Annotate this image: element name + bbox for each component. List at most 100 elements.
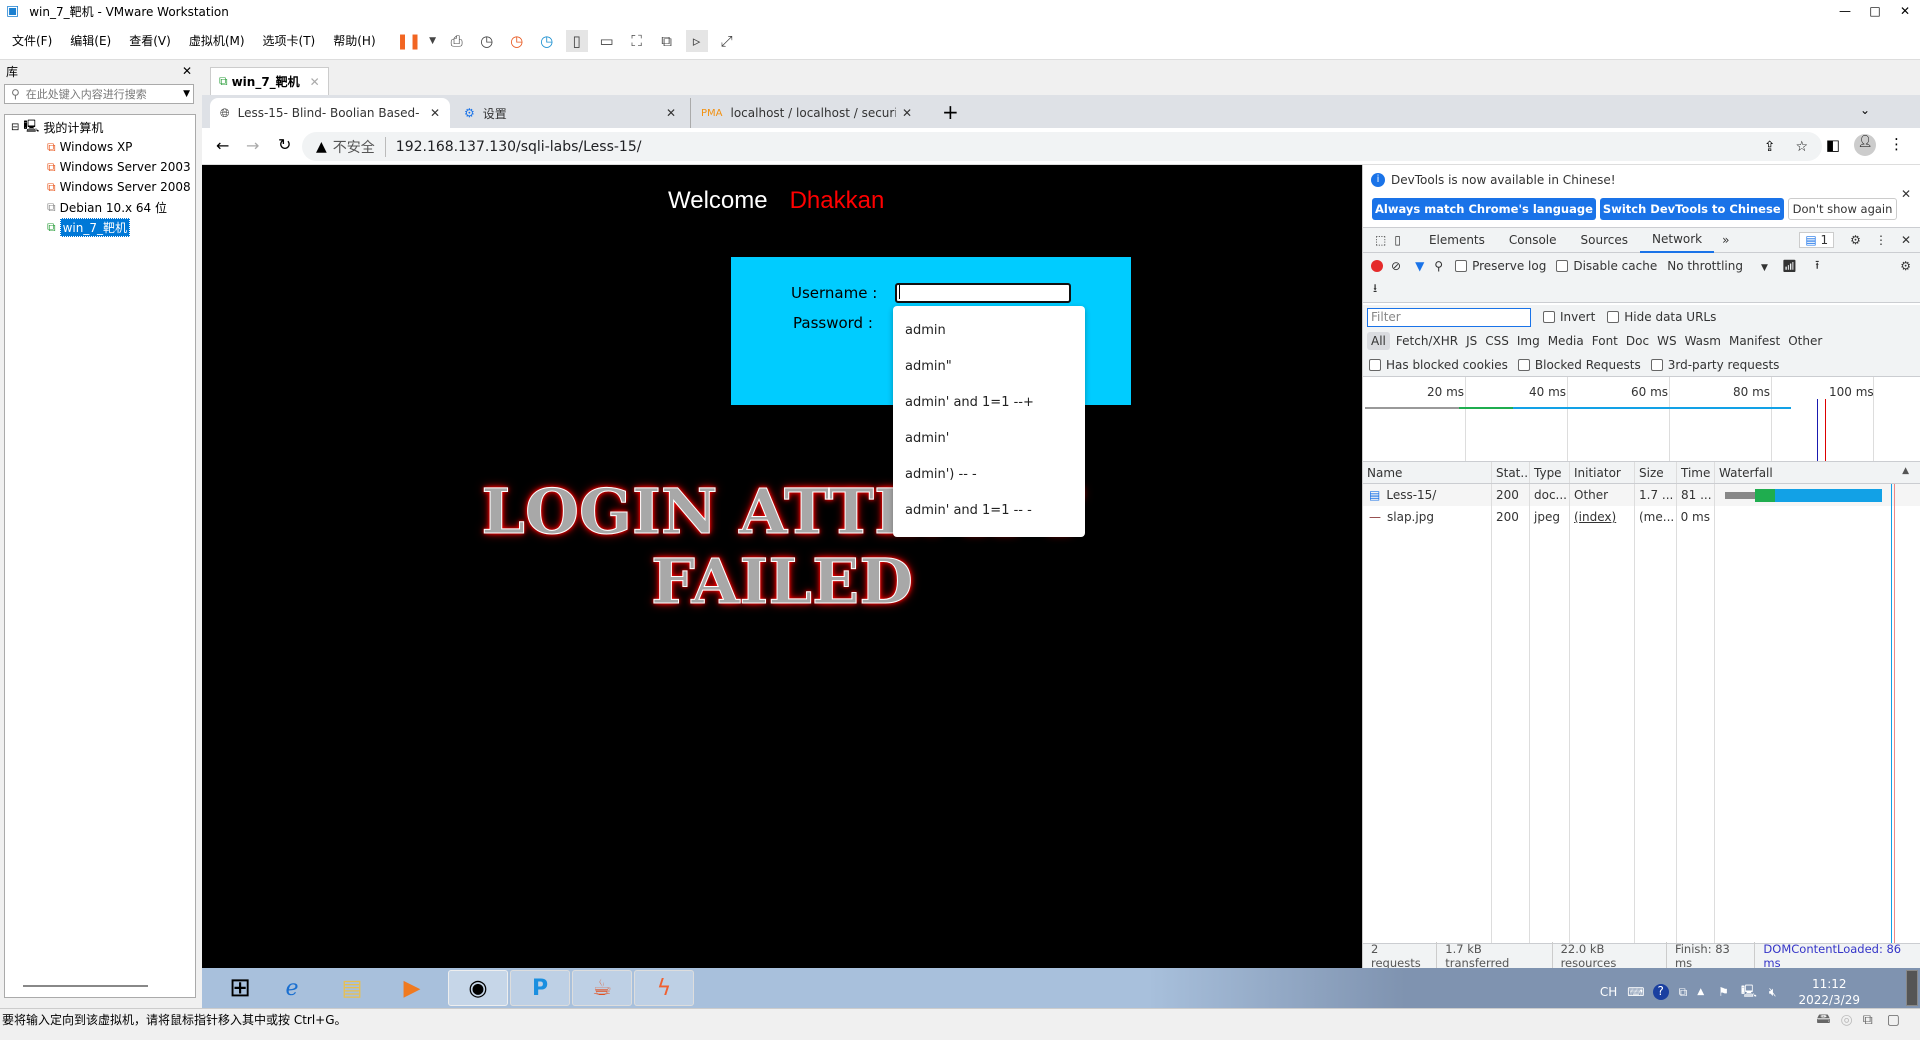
collapse-icon[interactable]: ⊟ bbox=[11, 122, 19, 133]
insecure-label[interactable]: 不安全 bbox=[333, 136, 386, 157]
taskbar-explorer-icon[interactable]: ▤ bbox=[322, 970, 382, 1006]
preserve-log-checkbox[interactable]: Preserve log bbox=[1455, 259, 1546, 273]
record-icon[interactable] bbox=[1371, 260, 1383, 272]
table-row[interactable]: — slap.jpg 200 jpeg (index) (me... 0 ms bbox=[1363, 506, 1920, 528]
browser-tab-phpmyadmin[interactable]: PMA localhost / localhost / security ✕ bbox=[690, 98, 922, 128]
autocomplete-item[interactable]: admin bbox=[893, 313, 1085, 349]
unity-icon[interactable]: ⧉ bbox=[656, 30, 678, 52]
type-css[interactable]: CSS bbox=[1485, 334, 1509, 348]
start-button[interactable]: ⊞ bbox=[210, 970, 270, 1006]
clear-icon[interactable]: ⊘ bbox=[1391, 259, 1401, 273]
col-time[interactable]: Time bbox=[1676, 462, 1714, 483]
bookmark-star-icon[interactable]: ☆ bbox=[1795, 139, 1808, 155]
pause-icon[interactable]: ❚❚ bbox=[396, 30, 421, 52]
maximize-button[interactable]: □ bbox=[1860, 4, 1890, 18]
type-wasm[interactable]: Wasm bbox=[1685, 334, 1721, 348]
minimize-button[interactable]: — bbox=[1830, 4, 1860, 18]
col-name[interactable]: Name bbox=[1363, 462, 1491, 483]
issues-badge[interactable]: ▤ 1 bbox=[1799, 232, 1835, 248]
volume-muted-icon[interactable]: 🔇︎ bbox=[1769, 985, 1777, 1000]
snapshot-icon[interactable]: ◷ bbox=[476, 30, 498, 52]
filter-input[interactable]: Filter bbox=[1367, 307, 1531, 327]
type-font[interactable]: Font bbox=[1592, 334, 1618, 348]
dont-show-again-button[interactable]: Don't show again bbox=[1787, 198, 1898, 220]
browser-tab-less15[interactable]: 🌐︎ Less-15- Blind- Boolian Based- ✕ bbox=[210, 98, 450, 128]
tab-close-button[interactable]: ✕ bbox=[902, 106, 912, 120]
type-doc[interactable]: Doc bbox=[1626, 334, 1649, 348]
tray-restore-icon[interactable]: ⧉ bbox=[1679, 985, 1688, 1000]
cd-rom-icon[interactable]: ◎ bbox=[1841, 1012, 1853, 1028]
export-har-icon[interactable]: ⭳ bbox=[1373, 281, 1377, 295]
autocomplete-item[interactable]: admin" bbox=[893, 349, 1085, 385]
search-dropdown-icon[interactable]: ▼ bbox=[183, 89, 190, 99]
type-manifest[interactable]: Manifest bbox=[1729, 334, 1780, 348]
username-input[interactable] bbox=[895, 283, 1071, 303]
cell-initiator[interactable]: (index) bbox=[1569, 506, 1634, 528]
menu-vm[interactable]: 虚拟机(M) bbox=[189, 32, 245, 49]
type-all[interactable]: All bbox=[1367, 332, 1390, 350]
tab-search-icon[interactable]: ⌄ bbox=[1860, 103, 1870, 117]
col-waterfall[interactable]: Waterfall bbox=[1714, 462, 1920, 483]
help-icon[interactable]: ? bbox=[1652, 984, 1669, 1000]
taskbar-ie-icon[interactable]: e bbox=[262, 970, 322, 1006]
devtools-settings-icon[interactable]: ⚙ bbox=[1850, 233, 1861, 247]
dropdown-arrow-icon[interactable]: ▼ bbox=[428, 30, 438, 52]
tree-scrollbar[interactable] bbox=[23, 985, 148, 987]
notice-close-button[interactable]: ✕ bbox=[1901, 187, 1911, 201]
type-js[interactable]: JS bbox=[1466, 334, 1477, 348]
table-row[interactable]: ▤ Less-15/ 200 doc... Other 1.7 ... 81 ..… bbox=[1363, 484, 1920, 506]
autocomplete-item[interactable]: admin' and 1=1 --+ bbox=[893, 385, 1085, 421]
filter-icon[interactable]: ▼ bbox=[1415, 259, 1424, 273]
forward-icon[interactable]: → bbox=[246, 136, 259, 155]
send-ctrl-alt-del-icon[interactable]: ⎙ bbox=[446, 30, 468, 52]
invert-checkbox[interactable]: Invert bbox=[1543, 310, 1595, 324]
stretch-icon[interactable]: ⤢ bbox=[716, 30, 738, 52]
tab-close-button[interactable]: ✕ bbox=[430, 106, 440, 120]
hide-data-urls-checkbox[interactable]: Hide data URLs bbox=[1607, 310, 1716, 324]
tab-console[interactable]: Console bbox=[1497, 233, 1569, 247]
devtools-close-icon[interactable]: ✕ bbox=[1901, 233, 1911, 247]
network-adapter-icon[interactable]: ⧉ bbox=[1863, 1012, 1873, 1028]
profile-avatar[interactable]: 👤︎ bbox=[1854, 134, 1876, 156]
reload-icon[interactable]: ↻ bbox=[278, 135, 291, 154]
browser-tab-settings[interactable]: ⚙ 设置 ✕ bbox=[454, 98, 686, 128]
snapshot-manager-icon[interactable]: ◷ bbox=[536, 30, 558, 52]
always-match-language-button[interactable]: Always match Chrome's language bbox=[1372, 198, 1596, 220]
clock[interactable]: 11:12 2022/3/29 bbox=[1798, 976, 1860, 1008]
autocomplete-item[interactable]: admin') -- - bbox=[893, 457, 1085, 493]
device-toolbar-icon[interactable]: ▯ bbox=[1394, 233, 1401, 247]
show-desktop-button[interactable] bbox=[1906, 970, 1918, 1006]
tab-sources[interactable]: Sources bbox=[1569, 233, 1640, 247]
type-fetch-xhr[interactable]: Fetch/XHR bbox=[1396, 334, 1458, 348]
import-har-icon[interactable]: ⭱ bbox=[1815, 256, 1819, 277]
menu-edit[interactable]: 编辑(E) bbox=[70, 32, 111, 49]
tab-elements[interactable]: Elements bbox=[1417, 233, 1497, 247]
network-overview[interactable]: 20 ms 40 ms 60 ms 80 ms 100 ms bbox=[1363, 377, 1920, 461]
third-party-checkbox[interactable]: 3rd-party requests bbox=[1650, 358, 1779, 372]
menu-help[interactable]: 帮助(H) bbox=[333, 32, 375, 49]
type-other[interactable]: Other bbox=[1788, 334, 1822, 348]
tree-item-windows-server-2003[interactable]: ⧉ Windows Server 2003 bbox=[5, 157, 195, 177]
new-tab-button[interactable]: + bbox=[942, 100, 959, 124]
side-panel-icon[interactable]: ◧ bbox=[1826, 136, 1840, 154]
type-media[interactable]: Media bbox=[1548, 334, 1584, 348]
taskbar-p-app-icon[interactable]: P bbox=[510, 970, 570, 1006]
vm-tab-win7[interactable]: ⧉ win_7_靶机 ✕ bbox=[210, 67, 329, 95]
menu-tabs[interactable]: 选项卡(T) bbox=[263, 32, 316, 49]
taskbar-java-icon[interactable]: ☕︎ bbox=[572, 970, 632, 1006]
tree-root[interactable]: ⊟ 🖳 我的计算机 bbox=[5, 117, 195, 137]
sort-ascending-icon[interactable]: ▲ bbox=[1902, 466, 1909, 476]
has-blocked-cookies-checkbox[interactable]: Has blocked cookies bbox=[1369, 358, 1508, 372]
keyboard-icon[interactable]: ⌨ bbox=[1627, 985, 1644, 999]
throttling-select[interactable]: No throttling ▼ bbox=[1667, 259, 1768, 273]
library-close-button[interactable]: ✕ bbox=[182, 64, 192, 78]
devtools-menu-icon[interactable]: ⋮ bbox=[1875, 233, 1887, 247]
menu-view[interactable]: 查看(V) bbox=[129, 32, 171, 49]
chrome-menu-icon[interactable]: ⋮ bbox=[1889, 135, 1904, 153]
vm-tab-close-button[interactable]: ✕ bbox=[310, 75, 320, 89]
autocomplete-item[interactable]: admin' and 1=1 -- - bbox=[893, 493, 1085, 529]
tab-close-button[interactable]: ✕ bbox=[666, 106, 676, 120]
type-ws[interactable]: WS bbox=[1657, 334, 1676, 348]
close-window-button[interactable]: ✕ bbox=[1890, 4, 1920, 18]
library-view-icon[interactable]: ▯ bbox=[565, 29, 588, 52]
